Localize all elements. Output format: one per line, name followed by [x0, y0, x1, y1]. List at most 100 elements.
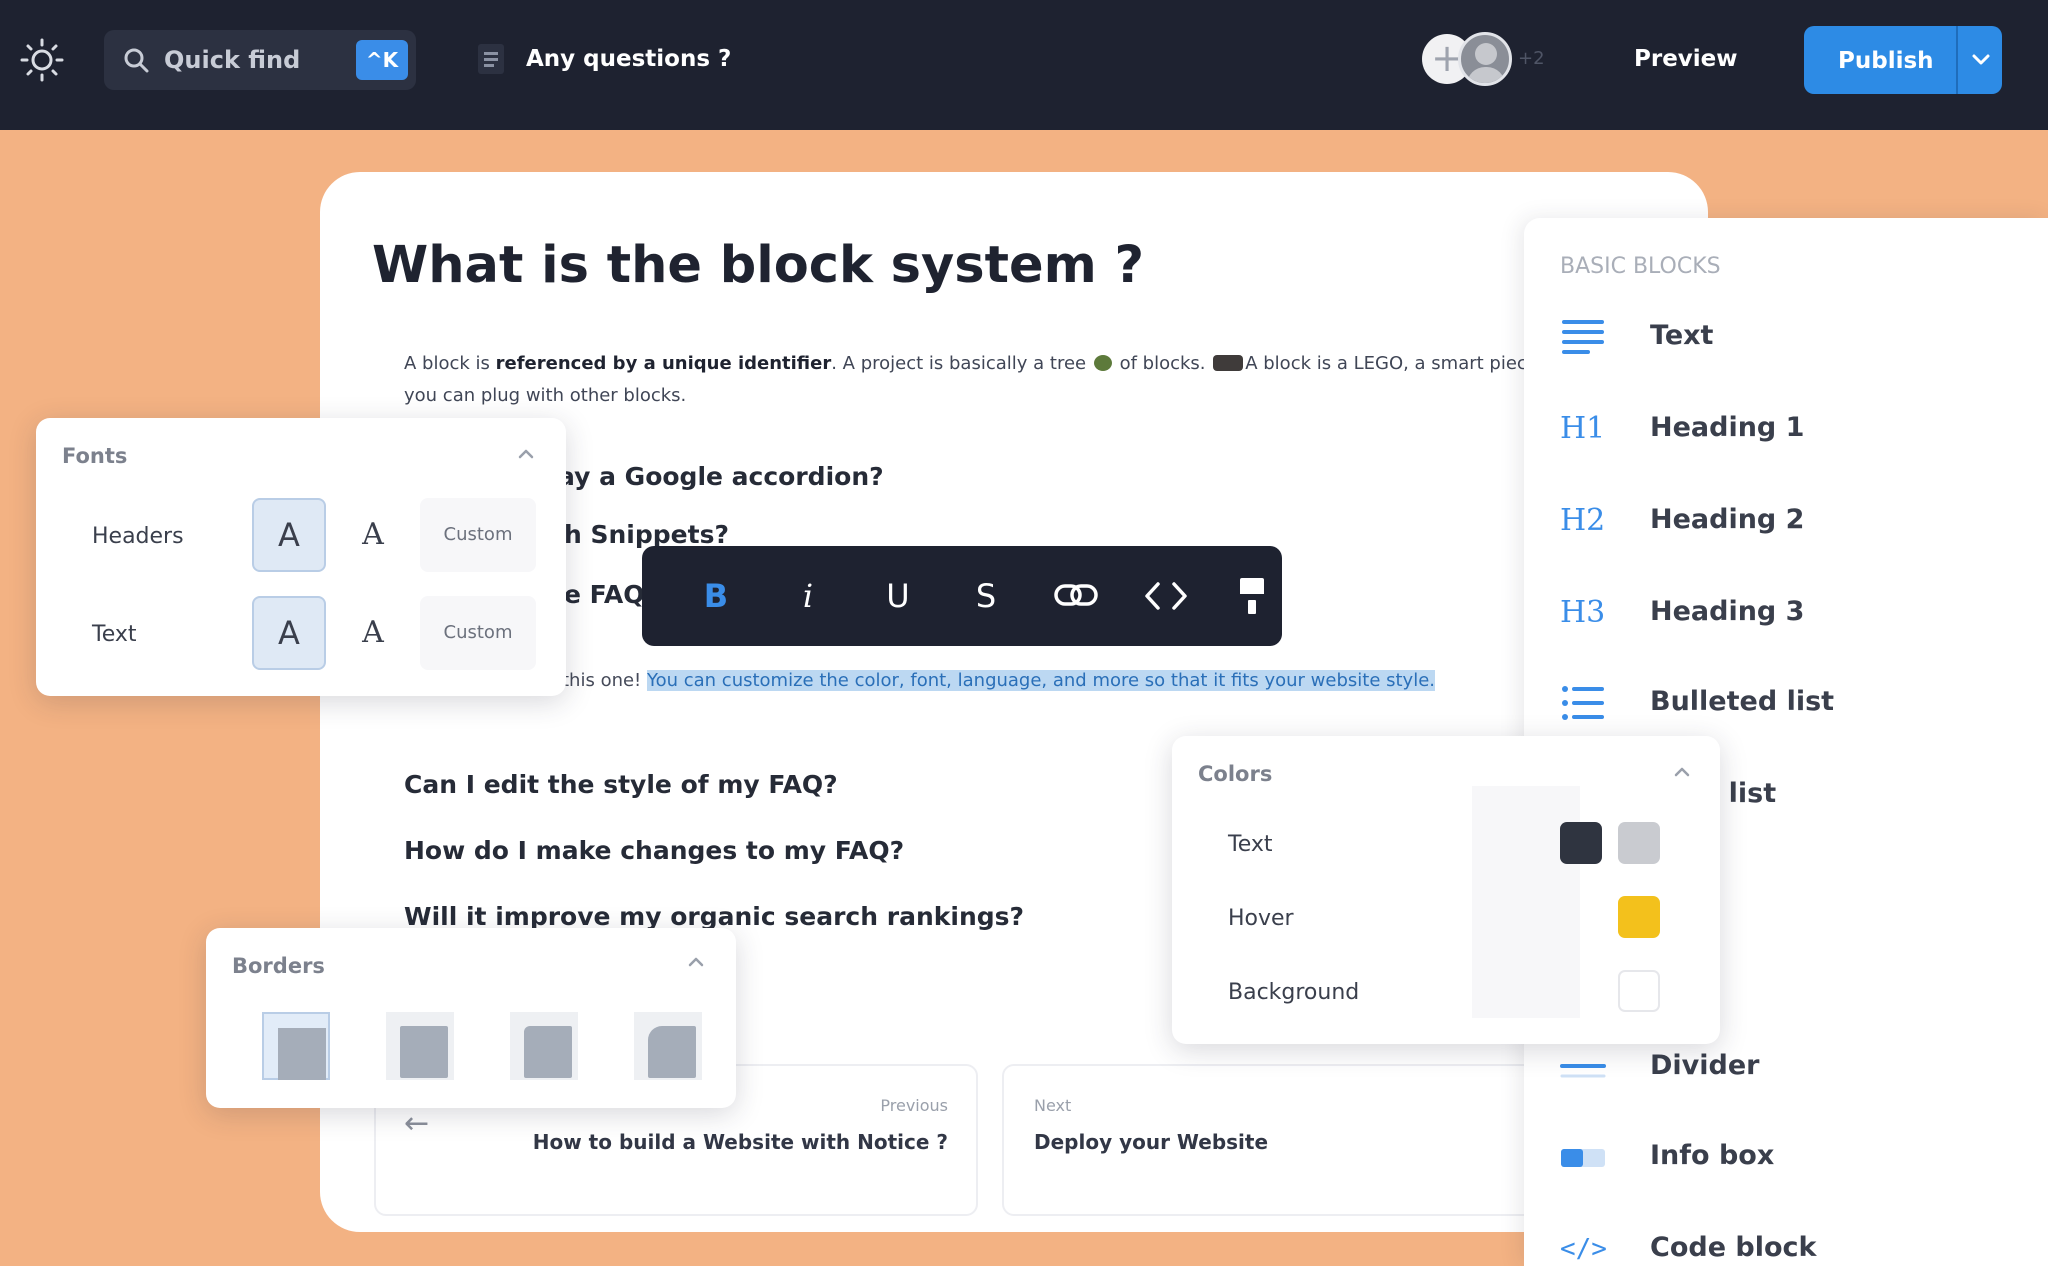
colors-panel-title: Colors: [1198, 762, 1273, 786]
avatar[interactable]: [1458, 32, 1512, 86]
chevron-up-icon[interactable]: [514, 446, 538, 462]
text-color-dark-swatch[interactable]: [1560, 822, 1602, 864]
background-color-swatch[interactable]: [1618, 970, 1660, 1012]
next-title: Deploy your Website: [1034, 1130, 1269, 1154]
block-label: Divider: [1650, 1050, 1760, 1081]
headers-font-sans-option[interactable]: A: [252, 498, 326, 572]
publish-button[interactable]: Publish: [1804, 26, 2002, 94]
answer-text: this one!: [562, 670, 647, 691]
underline-button[interactable]: U: [872, 570, 924, 622]
chevron-down-icon[interactable]: [1960, 26, 2002, 94]
heading-2-icon: H2: [1560, 503, 1606, 538]
text-font-label: Text: [92, 622, 137, 647]
block-label: Text: [1650, 320, 1714, 351]
quick-find-label: Quick find: [164, 46, 301, 74]
fonts-panel: Fonts Headers A A Custom Text A A Custom: [36, 418, 566, 696]
blocks-heading: BASIC BLOCKS: [1560, 254, 1721, 279]
chevron-up-icon[interactable]: [1670, 764, 1694, 780]
block-label: Heading 3: [1650, 596, 1805, 627]
border-large-radius-option[interactable]: [634, 1012, 702, 1080]
bulleted-list-icon: [1562, 686, 1604, 720]
faq-question[interactable]: ay a Google accordion?: [558, 462, 884, 491]
next-page-link[interactable]: Next Deploy your Website: [1002, 1064, 1562, 1216]
intro-bold-text: referenced by a unique identifier: [495, 353, 832, 374]
block-item-text[interactable]: Text: [1560, 312, 2000, 362]
block-item-code-block[interactable]: </> Code block: [1560, 1224, 2000, 1266]
previous-title: How to build a Website with Notice ?: [532, 1130, 948, 1154]
code-block-icon: </>: [1560, 1234, 1607, 1264]
faq-question[interactable]: h Snippets?: [564, 520, 729, 549]
hover-color-label: Hover: [1228, 906, 1294, 931]
intro-text: . A project is basically a tree: [831, 353, 1092, 374]
block-label: Heading 1: [1650, 412, 1805, 443]
text-font-serif-option[interactable]: A: [336, 596, 410, 670]
next-label: Next: [1034, 1096, 1072, 1115]
lego-emoji-icon: [1213, 355, 1244, 371]
theme-toggle-icon[interactable]: [20, 38, 64, 82]
previous-label: Previous: [880, 1096, 948, 1115]
border-medium-radius-option[interactable]: [510, 1012, 578, 1080]
block-label: Info box: [1650, 1140, 1775, 1171]
more-collaborators-count: +2: [1518, 48, 1545, 69]
headers-font-serif-option[interactable]: A: [336, 498, 410, 572]
borders-panel: Borders: [206, 928, 736, 1108]
chevron-up-icon[interactable]: [684, 954, 708, 970]
block-label: Heading 2: [1650, 504, 1805, 535]
border-square-option[interactable]: [262, 1012, 330, 1080]
border-small-radius-option[interactable]: [386, 1012, 454, 1080]
document-icon: [478, 44, 504, 74]
hover-color-swatch[interactable]: [1618, 896, 1660, 938]
text-format-toolbar: B i U S: [642, 546, 1282, 646]
strikethrough-button[interactable]: S: [960, 570, 1012, 622]
faq-question[interactable]: Will it improve my organic search rankin…: [404, 902, 1024, 931]
info-box-icon: [1561, 1149, 1605, 1167]
swatch-column: [1472, 786, 1580, 1018]
quick-find-search[interactable]: Quick find ^K: [104, 30, 416, 90]
code-icon[interactable]: [1140, 570, 1192, 622]
app-window: Quick find ^K Any questions ? + +2 Previ…: [0, 0, 2048, 1266]
bold-button[interactable]: B: [690, 570, 742, 622]
faq-question[interactable]: e FAQ: [564, 580, 644, 609]
divider-icon: [1560, 1064, 1606, 1078]
publish-label: Publish: [1838, 48, 1934, 74]
block-item-heading-1[interactable]: H1 Heading 1: [1560, 404, 2000, 454]
link-icon[interactable]: [1050, 570, 1102, 622]
intro-text: A block is: [404, 353, 496, 374]
faq-question[interactable]: Can I edit the style of my FAQ?: [404, 770, 838, 799]
selected-text[interactable]: You can customize the color, font, langu…: [647, 670, 1436, 691]
colors-panel: Colors Text Hover Background: [1172, 736, 1720, 1044]
block-item-heading-3[interactable]: H3 Heading 3: [1560, 588, 2000, 638]
fonts-panel-title: Fonts: [62, 444, 128, 468]
background-color-label: Background: [1228, 980, 1360, 1005]
block-label: Bulleted list: [1650, 686, 1835, 717]
publish-divider: [1956, 26, 1958, 94]
text-color-label: Text: [1228, 832, 1273, 857]
search-icon: [124, 48, 149, 73]
paint-brush-icon[interactable]: [1226, 570, 1278, 622]
text-font-custom-option[interactable]: Custom: [420, 596, 536, 670]
intro-paragraph: A block is referenced by a unique identi…: [404, 348, 1604, 412]
block-item-divider[interactable]: Divider: [1560, 1042, 2000, 1092]
block-item-info-box[interactable]: Info box: [1560, 1132, 2000, 1182]
top-bar: Quick find ^K Any questions ? + +2 Previ…: [0, 0, 2048, 130]
block-item-heading-2[interactable]: H2 Heading 2: [1560, 496, 2000, 546]
italic-button[interactable]: i: [782, 570, 834, 622]
shortcut-badge: ^K: [356, 40, 408, 80]
block-item-bulleted-list[interactable]: Bulleted list: [1560, 678, 2000, 728]
text-font-sans-option[interactable]: A: [252, 596, 326, 670]
tree-emoji-icon: [1093, 355, 1112, 371]
headers-font-custom-option[interactable]: Custom: [420, 498, 536, 572]
preview-button[interactable]: Preview: [1634, 46, 1738, 72]
arrow-left-icon: ←: [404, 1106, 430, 1141]
text-lines-icon: [1562, 320, 1604, 354]
block-label: Code block: [1650, 1232, 1817, 1263]
collaborators: + +2: [1418, 30, 1545, 90]
heading-3-icon: H3: [1560, 595, 1606, 630]
borders-panel-title: Borders: [232, 954, 325, 978]
faq-question[interactable]: How do I make changes to my FAQ?: [404, 836, 904, 865]
heading-1-icon: H1: [1560, 411, 1606, 446]
any-questions-link[interactable]: Any questions ?: [526, 46, 731, 72]
headers-font-label: Headers: [92, 524, 184, 549]
text-color-light-swatch[interactable]: [1618, 822, 1660, 864]
intro-text: of blocks.: [1113, 353, 1212, 374]
